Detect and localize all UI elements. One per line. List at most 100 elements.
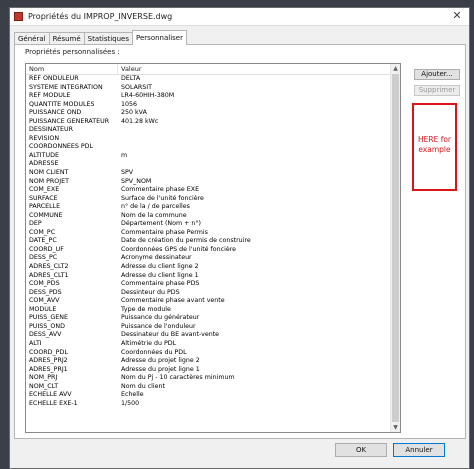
property-name-cell: PARCELLE bbox=[29, 203, 61, 211]
property-value-cell: Adresse du client ligne 1 bbox=[121, 271, 199, 279]
table-row[interactable]: DESS_PC Acronyme dessinateur bbox=[26, 254, 390, 263]
table-row[interactable]: REF MODULE LR4-60HIH-380M bbox=[26, 92, 390, 101]
table-row[interactable]: ADRES_PRJ1 Adresse du projet ligne 1 bbox=[26, 366, 390, 375]
customize-tab-panel: Propriétés personnalisées : Nom Valeur R… bbox=[14, 44, 466, 439]
tab-customize[interactable]: Personnaliser bbox=[132, 30, 187, 45]
custom-properties-label: Propriétés personnalisées : bbox=[25, 48, 120, 56]
property-name-cell: ADRES_CLT2 bbox=[29, 263, 69, 271]
property-value-cell: Commentaire phase PDS bbox=[121, 280, 200, 288]
column-header-value[interactable]: Valeur bbox=[118, 64, 390, 74]
delete-button[interactable]: Supprimer bbox=[414, 85, 460, 96]
property-value-cell: Commentaire phase EXE bbox=[121, 186, 200, 194]
table-row[interactable]: SYSTEME INTEGRATION SOLARSIT bbox=[26, 84, 390, 93]
property-name-cell: REF MODULE bbox=[29, 92, 71, 100]
property-value-cell: Coordonnées GPS de l'unité foncière bbox=[121, 245, 237, 253]
property-value-cell: Département (Nom + n°) bbox=[121, 220, 202, 228]
title-bar[interactable]: Propriétés du IMPROP_INVERSE.dwg ✕ bbox=[10, 8, 469, 26]
table-row[interactable]: ADRES_PRJ2 Adresse du projet ligne 2 bbox=[26, 357, 390, 366]
property-value-cell bbox=[118, 135, 390, 144]
property-value-cell: SOLARSIT bbox=[121, 83, 152, 91]
table-row[interactable]: COM_PDS Commentaire phase PDS bbox=[26, 280, 390, 289]
table-row[interactable]: NOM_PRJ Nom du Pj - 10 caractères minimum bbox=[26, 374, 390, 383]
table-row[interactable]: COM_EXE Commentaire phase EXE bbox=[26, 186, 390, 195]
table-row[interactable]: COORDONNEES PDL bbox=[26, 143, 390, 152]
table-row[interactable]: COM_AVV Commentaire phase avant vente bbox=[26, 297, 390, 306]
table-row[interactable]: ECHELLE AVV Echelle bbox=[26, 391, 390, 400]
table-row[interactable]: REF ONDULEUR DELTA bbox=[26, 75, 390, 84]
property-name-cell: COMMUNE bbox=[29, 211, 63, 219]
property-value-cell: Coordonnées du PDL bbox=[121, 348, 187, 356]
table-row[interactable]: COORD_UF Coordonnées GPS de l'unité fonci… bbox=[26, 246, 390, 255]
property-name-cell: ALTITUDE bbox=[29, 151, 59, 159]
table-row[interactable]: ECHELLE EXE-1 1/500 bbox=[26, 400, 390, 409]
close-icon[interactable]: ✕ bbox=[449, 10, 465, 22]
table-row[interactable]: MODULE Type de module bbox=[26, 306, 390, 315]
table-row[interactable]: ALTITUDE m bbox=[26, 152, 390, 161]
table-row[interactable]: QUANTITE MODULES 1056 bbox=[26, 101, 390, 110]
property-value-cell: 250 kVA bbox=[121, 109, 147, 117]
table-row[interactable]: ADRES_CLT2 Adresse du client ligne 2 bbox=[26, 263, 390, 272]
property-value-cell: Echelle bbox=[121, 391, 144, 399]
property-value-cell: Nom de la commune bbox=[121, 211, 187, 219]
property-value-cell: Puissance du générateur bbox=[121, 314, 200, 322]
property-value-cell: Type de module bbox=[121, 305, 171, 313]
property-name-cell: COM_AVV bbox=[29, 297, 60, 305]
table-row[interactable]: ADRESSE bbox=[26, 160, 390, 169]
ok-button[interactable]: OK bbox=[335, 443, 387, 457]
property-name-cell: QUANTITE MODULES bbox=[29, 100, 95, 108]
table-row[interactable]: ALTI Altimétrie du PDL bbox=[26, 340, 390, 349]
property-name-cell: ECHELLE EXE-1 bbox=[29, 399, 78, 407]
property-value-cell: Altimétrie du PDL bbox=[121, 339, 177, 347]
table-row[interactable]: NOM_CLT Nom du client bbox=[26, 383, 390, 392]
scroll-up-icon[interactable]: ▲ bbox=[391, 64, 400, 73]
table-row[interactable]: DEP Département (Nom + n°) bbox=[26, 220, 390, 229]
property-value-cell: SPV bbox=[121, 169, 134, 177]
property-name-cell: NOM CLIENT bbox=[29, 169, 69, 177]
table-row[interactable]: PUISSANCE GENERATEUR 401.28 kWc bbox=[26, 118, 390, 127]
add-button[interactable]: Ajouter... bbox=[414, 69, 460, 80]
table-row[interactable]: NOM CLIENT SPV bbox=[26, 169, 390, 178]
property-name-cell: NOM_PRJ bbox=[29, 374, 58, 382]
property-value-cell: Commentaire phase Permis bbox=[121, 228, 208, 236]
property-name-cell: COM_PC bbox=[29, 228, 56, 236]
property-name-cell: NOM PROJET bbox=[29, 177, 69, 185]
property-value-cell: n° de la / de parcelles bbox=[121, 203, 190, 211]
table-row[interactable]: PUISS_OND Puissance de l'onduleur bbox=[26, 323, 390, 332]
scroll-thumb[interactable] bbox=[392, 74, 399, 422]
property-name-cell: NOM_CLT bbox=[29, 382, 59, 390]
table-row[interactable]: DESSINATEUR bbox=[26, 126, 390, 135]
custom-properties-list[interactable]: Nom Valeur REF ONDULEUR DELTA SYSTEME INTE… bbox=[25, 63, 401, 433]
table-row[interactable]: PUISSANCE OND 250 kVA bbox=[26, 109, 390, 118]
table-row[interactable]: COMMUNE Nom de la commune bbox=[26, 212, 390, 221]
property-name-cell: ADRES_CLT1 bbox=[29, 271, 69, 279]
property-value-cell: Surface de l'unité foncière bbox=[121, 194, 204, 202]
table-row[interactable]: PARCELLE n° de la / de parcelles bbox=[26, 203, 390, 212]
property-value-cell bbox=[118, 126, 390, 135]
table-row[interactable]: REVISION bbox=[26, 135, 390, 144]
table-row[interactable]: SURFACE Surface de l'unité foncière bbox=[26, 195, 390, 204]
column-header-name[interactable]: Nom bbox=[26, 64, 118, 74]
table-row[interactable]: COM_PC Commentaire phase Permis bbox=[26, 229, 390, 238]
property-name-cell: COORDONNEES PDL bbox=[29, 143, 94, 151]
table-row[interactable]: DESS_PDS Dessinteur du PDS bbox=[26, 289, 390, 298]
property-name-cell: ECHELLE AVV bbox=[29, 391, 72, 399]
property-name-cell: DATE_PC bbox=[29, 237, 57, 245]
table-row[interactable]: COORD_PDL Coordonnées du PDL bbox=[26, 349, 390, 358]
property-name-cell: COORD_PDL bbox=[29, 348, 68, 356]
table-row[interactable]: ADRES_CLT1 Adresse du client ligne 1 bbox=[26, 272, 390, 281]
property-name-cell: ADRESSE bbox=[29, 160, 59, 168]
cancel-button[interactable]: Annuler bbox=[393, 443, 445, 457]
property-value-cell: Adresse du client ligne 2 bbox=[121, 263, 199, 271]
property-value-cell: m bbox=[121, 151, 128, 159]
vertical-scrollbar[interactable]: ▲ ▼ bbox=[390, 64, 400, 432]
table-row[interactable]: PUISS_GENE Puissance du générateur bbox=[26, 314, 390, 323]
property-name-cell: COM_PDS bbox=[29, 280, 60, 288]
property-name-cell: REVISION bbox=[29, 134, 60, 142]
property-name-cell: ADRES_PRJ2 bbox=[29, 357, 68, 365]
table-row[interactable]: DATE_PC Date de création du permis de con… bbox=[26, 237, 390, 246]
property-name-cell: DESSINATEUR bbox=[29, 126, 74, 134]
window-title: Propriétés du IMPROP_INVERSE.dwg bbox=[28, 12, 173, 21]
table-row[interactable]: DESS_AVV Dessinateur du BE avant-vente bbox=[26, 331, 390, 340]
table-row[interactable]: NOM PROJET SPV_NOM bbox=[26, 178, 390, 187]
scroll-down-icon[interactable]: ▼ bbox=[391, 423, 400, 432]
